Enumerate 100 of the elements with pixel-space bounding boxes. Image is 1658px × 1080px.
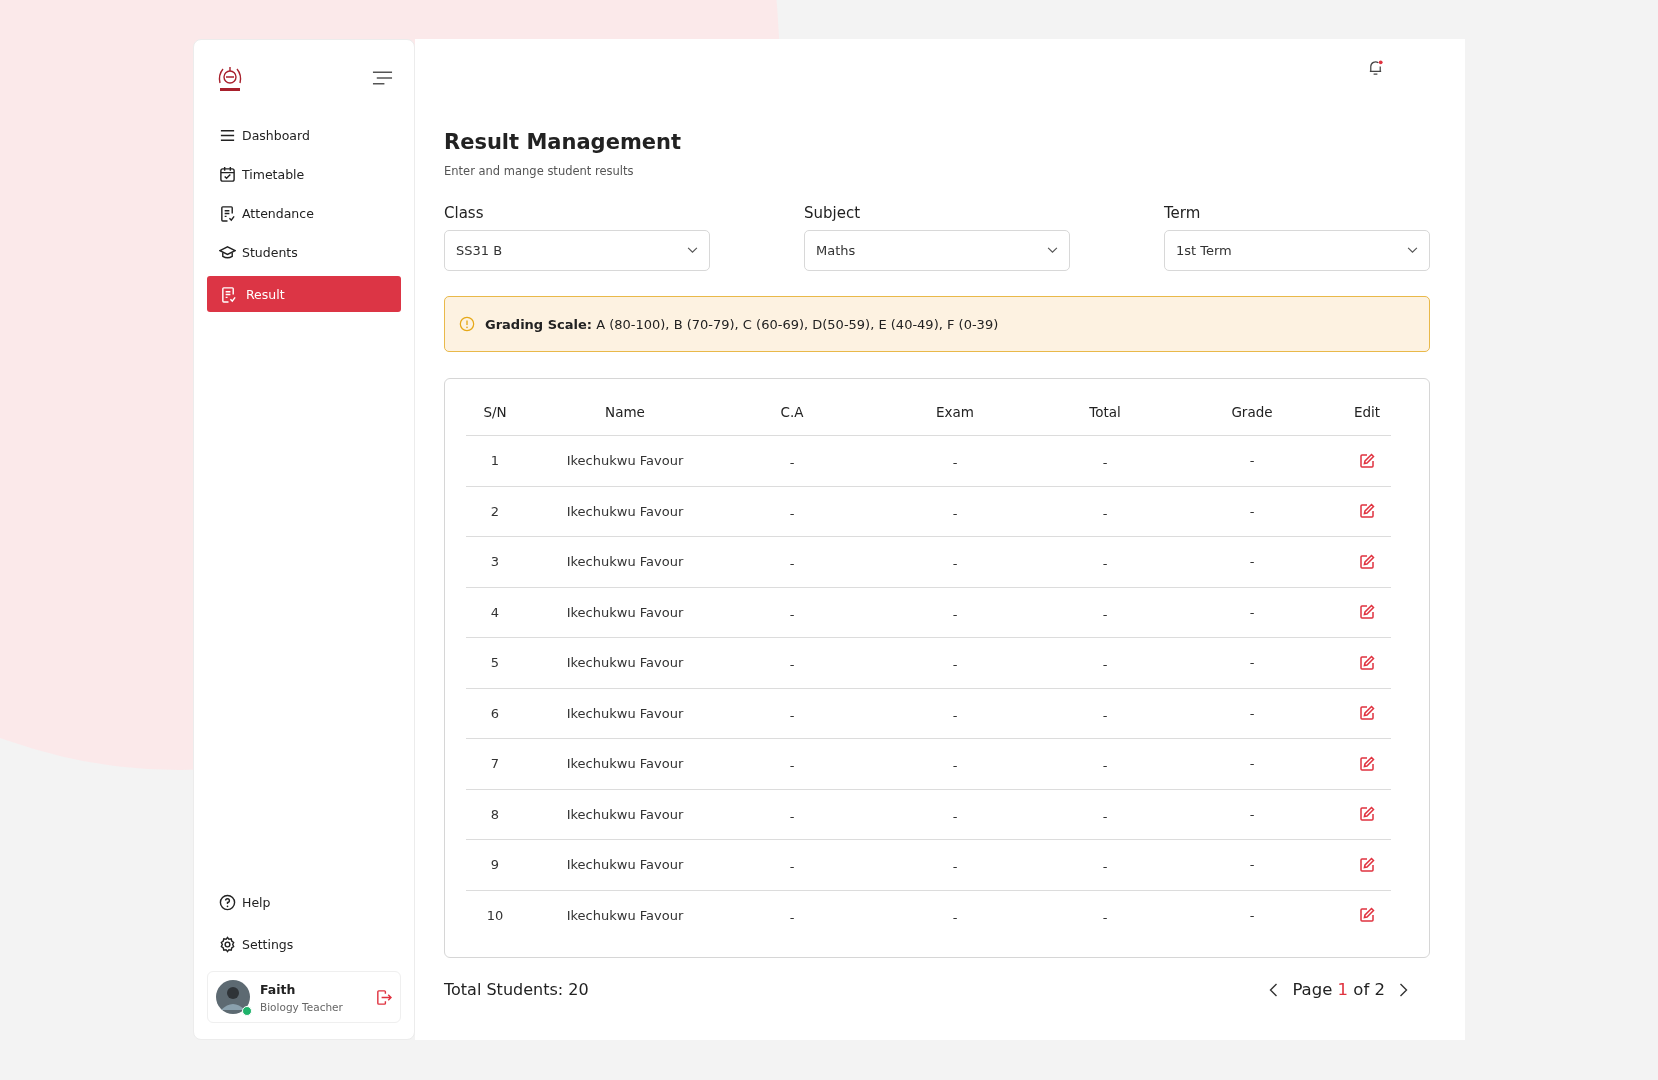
table-cell-text: - [1101,454,1109,471]
table-cell-text: Ikechukwu Favour [565,554,685,570]
nav-item[interactable]: Settings [207,923,401,965]
table-cell-text: - [788,757,796,774]
logout-icon[interactable] [375,988,392,1006]
table-cell-text: - [788,504,796,521]
settings-icon [219,935,236,953]
table-cell-text: - [788,908,796,925]
table-cell-text: - [1248,453,1256,469]
nav-item[interactable]: Dashboard [207,118,401,153]
edit-icon[interactable] [1358,502,1376,521]
chevron-down-icon [1047,247,1058,254]
table-cell-text: - [1248,503,1256,519]
page-indicator: Page 1 of 2 [1292,980,1385,999]
table-cell-text: - [951,858,959,875]
table-cell-text: - [1101,605,1109,622]
user-role: Biology Teacher [260,1000,344,1013]
filter-label: Class [444,204,485,222]
table-cell-text: Ikechukwu Favour [565,756,685,772]
edit-icon[interactable] [1358,552,1376,571]
table-cell-text: - [1248,655,1256,671]
document-check-icon [219,205,236,222]
table-cell-text: 1 [489,453,501,469]
nav-item[interactable]: Attendance [207,196,401,231]
menu-icon[interactable] [372,70,393,86]
edit-icon[interactable] [1358,653,1376,672]
filter-label: Term [1164,204,1202,222]
chevron-down-icon [687,247,698,254]
table-cell-text: - [788,555,796,572]
table-cell-text: - [1101,858,1109,875]
table-cell-text: - [1248,857,1256,873]
table-cell-text: - [1248,705,1256,721]
table-cell-text: Ikechukwu Favour [565,857,685,873]
table-cell-text: 5 [489,655,501,671]
dropdown[interactable]: 1st Term [1164,230,1430,271]
info-icon [459,316,475,332]
grading-scale-text: Grading Scale: A (80-100), B (70-79), C (60-69), D(50-59), E (40-49), F (0-39) [485,316,999,332]
edit-icon[interactable] [1358,754,1376,773]
table-cell-text: 8 [489,806,501,822]
edit-icon[interactable] [1358,906,1376,925]
table-cell-text: - [1248,907,1256,923]
table-cell-text: 4 [489,604,501,620]
edit-icon[interactable] [1358,704,1376,723]
table-cell-text: - [951,706,959,723]
table-cell-text: - [788,454,796,471]
document-check-icon [220,285,237,303]
table-cell-text: - [1101,706,1109,723]
page-subtitle: Enter and mange student results [444,164,635,178]
table-cell-text: - [951,504,959,521]
help-icon [219,893,236,911]
edit-icon[interactable] [1358,603,1376,622]
next-page-icon[interactable] [1399,982,1408,997]
previous-page-icon[interactable] [1269,982,1279,997]
table-cell-text: Ikechukwu Favour [565,705,685,721]
column-header: Grade [1230,404,1274,420]
nav-item[interactable]: Students [207,235,401,270]
dropdown[interactable]: SS31 B [444,230,710,271]
edit-icon[interactable] [1358,855,1376,874]
notification-bell-icon[interactable] [1367,59,1384,76]
table-cell-text: - [1101,504,1109,521]
table-cell-text: - [951,908,959,925]
table-cell-text: 3 [489,554,501,570]
nav-item[interactable]: Result [207,276,401,312]
table-cell-text: - [1248,756,1256,772]
column-header: S/N [482,404,508,420]
table-cell-text: - [788,858,796,875]
table-cell-text: Ikechukwu Favour [565,907,685,923]
table-cell-text: - [951,757,959,774]
table-cell-text: - [1101,555,1109,572]
table-cell-text: - [951,454,959,471]
total-students: Total Students: 20 [444,980,589,999]
nav-item[interactable]: Timetable [207,157,401,192]
table-cell-text: 7 [489,756,501,772]
edit-icon[interactable] [1358,805,1376,824]
table-cell-text: - [788,807,796,824]
user-name: Faith [260,981,297,997]
calendar-icon [219,166,236,183]
list-icon [219,127,236,144]
page-title: Result Management [444,130,682,154]
table-cell-text: - [1101,757,1109,774]
table-cell-text: 10 [485,907,505,923]
table-cell-text: Ikechukwu Favour [565,453,685,469]
column-header: Edit [1352,404,1382,420]
column-header: Exam [935,404,975,420]
table-cell-text: 2 [489,503,501,519]
column-header: Total [1088,404,1122,420]
table-cell-text: - [1248,554,1256,570]
table-cell-text: Ikechukwu Favour [565,806,685,822]
table-cell-text: - [951,605,959,622]
dropdown[interactable]: Maths [804,230,1070,271]
table-cell-text: - [1248,806,1256,822]
table-cell-text: - [1101,807,1109,824]
table-cell-text: 9 [489,857,501,873]
table-cell-text: - [951,656,959,673]
avatar [216,980,250,1014]
nav-item[interactable]: Help [207,881,401,923]
table-cell-text: - [1101,656,1109,673]
edit-icon[interactable] [1358,451,1376,470]
table-cell-text: Ikechukwu Favour [565,604,685,620]
table-cell-text: - [951,555,959,572]
